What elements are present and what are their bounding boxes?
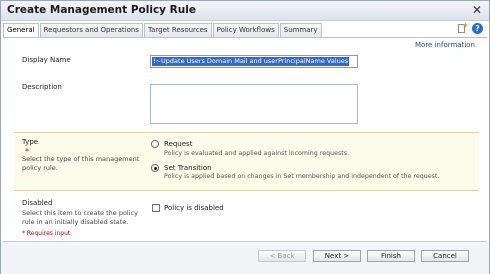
description-textarea[interactable]: [150, 84, 358, 124]
type-section-top-divider: [14, 132, 479, 133]
policy-disabled-checkbox[interactable]: [152, 204, 160, 212]
next-button[interactable]: Next >: [313, 250, 361, 262]
help-icon[interactable]: ?: [472, 23, 483, 34]
tab-summary[interactable]: Summary: [279, 23, 322, 37]
dialog-title: Create Management Policy Rule: [7, 4, 196, 16]
disabled-help-text: Select this item to create the policy ru…: [22, 209, 138, 226]
request-radio[interactable]: [151, 140, 159, 148]
set-transition-radio[interactable]: [151, 164, 159, 172]
type-help-text: Select the type of this management polic…: [22, 155, 140, 172]
set-transition-option-desc: Policy is applied based on changes in Se…: [164, 173, 440, 180]
finish-button[interactable]: Finish: [367, 250, 415, 262]
set-transition-option-label: Set Transition: [164, 164, 212, 172]
type-label: Type: [22, 138, 39, 146]
new-item-icon[interactable]: ✦: [457, 22, 469, 34]
policy-disabled-label: Policy is disabled: [164, 204, 224, 212]
type-section-bottom-divider: [14, 190, 479, 191]
tab-general[interactable]: General: [3, 23, 39, 37]
tab-content-border: [3, 37, 487, 38]
display-name-value: !~Update Users Domain Mail and userPrinc…: [152, 57, 350, 66]
tab-target-resources[interactable]: Target Resources: [143, 23, 212, 37]
dialog-footer: < Back Next > Finish Cancel: [1, 242, 489, 274]
tab-strip: General Requestors and Operations Target…: [3, 23, 323, 37]
create-policy-rule-dialog: Create Management Policy Rule ✕ General …: [0, 0, 490, 274]
toolbar-icons: ✦ ?: [457, 22, 483, 34]
back-button[interactable]: < Back: [258, 250, 306, 262]
tab-requestors-and-operations[interactable]: Requestors and Operations: [39, 23, 143, 37]
close-icon[interactable]: ✕: [472, 3, 482, 17]
display-name-input[interactable]: !~Update Users Domain Mail and userPrinc…: [150, 55, 358, 68]
description-label: Description: [22, 83, 62, 91]
requires-input-note: * Requires input: [22, 230, 71, 237]
cancel-button[interactable]: Cancel: [421, 250, 469, 262]
disabled-label: Disabled: [22, 199, 53, 207]
title-bar: Create Management Policy Rule ✕: [1, 1, 489, 21]
more-information-link[interactable]: More information: [415, 41, 475, 49]
display-name-label: Display Name: [22, 56, 71, 64]
request-option-label: Request: [164, 140, 193, 148]
request-option-desc: Policy is evaluated and applied against …: [164, 150, 349, 157]
tab-policy-workflows[interactable]: Policy Workflows: [212, 23, 279, 37]
